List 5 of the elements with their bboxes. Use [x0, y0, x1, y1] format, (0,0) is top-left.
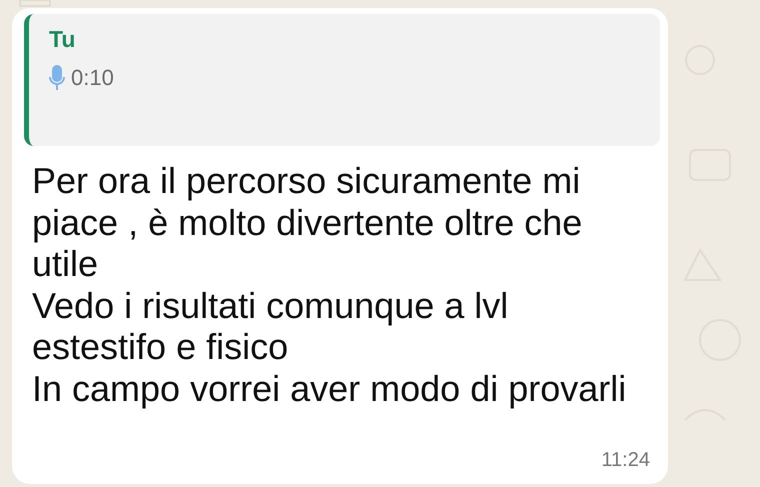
- voice-duration: 0:10: [71, 65, 114, 91]
- quoted-message[interactable]: Tu 0:10: [24, 14, 660, 146]
- message-text: Per ora il percorso sicuramente mi piace , è molto divertente oltre che utile Vedo i risultati comunque a lvl estestifo e fisico In campo vorrei aver modo di provarli: [32, 160, 628, 409]
- message-time: 11:24: [601, 449, 650, 472]
- quoted-author: Tu: [49, 26, 76, 53]
